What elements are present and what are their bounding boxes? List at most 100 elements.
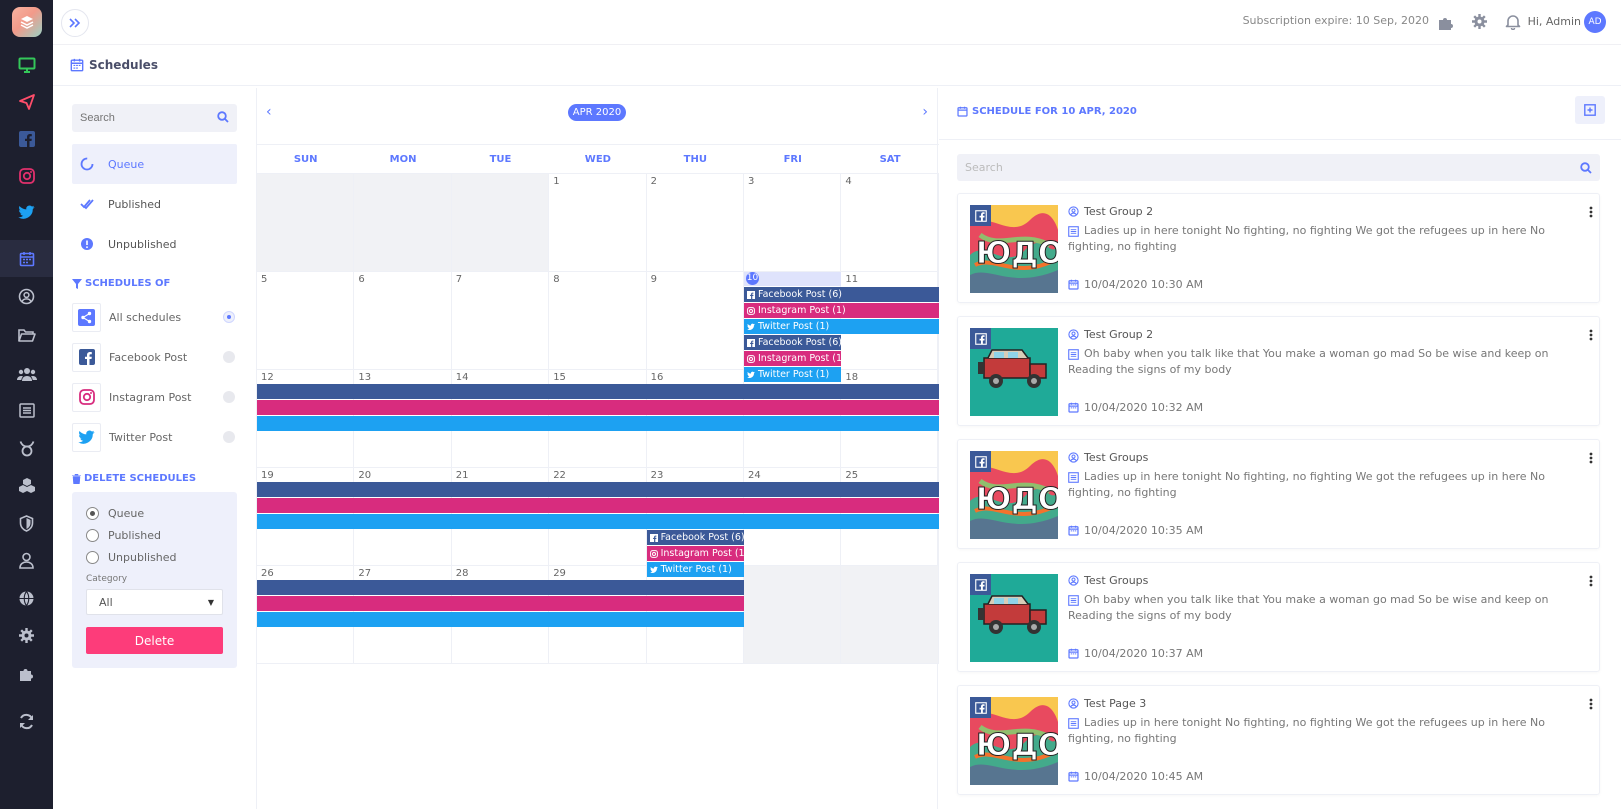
dashboard-icon[interactable] [0,46,53,83]
filter-unpublished[interactable]: Unpublished [72,224,237,264]
calendar-day[interactable]: 4 [841,174,939,272]
day-number: 21 [455,470,469,481]
facebook-event[interactable] [257,482,939,497]
folder-open-icon[interactable] [0,317,53,354]
gear-icon[interactable] [0,617,53,654]
twitter-event[interactable] [257,416,939,431]
calendar-day [744,566,842,664]
calendar-day[interactable]: 5 [257,272,355,370]
delete-option-queue[interactable]: Queue [86,502,223,524]
radio-button[interactable] [86,550,99,564]
next-month-button[interactable]: › [922,104,928,120]
users-icon[interactable] [0,355,53,392]
facebook-event[interactable]: Facebook Post (6) [646,530,744,545]
calendar-day[interactable]: 7 [451,272,550,370]
prev-month-button[interactable]: ‹ [266,104,272,120]
schedule-search-input[interactable] [72,104,237,132]
post-card[interactable]: ЮДО Test Groups Ladies up in here tonight … [957,439,1600,549]
twitter-event[interactable] [257,514,939,529]
instagram-event[interactable]: Instagram Post (1) [744,303,939,318]
expand-sidebar-button[interactable] [61,9,89,37]
delete-option-published[interactable]: Published [86,524,223,546]
facebook-event[interactable]: Facebook Post (6) [744,335,842,350]
cubes-icon[interactable] [0,467,53,504]
delete-button[interactable]: Delete [86,627,223,654]
bell-icon[interactable] [1505,13,1521,30]
radio-button[interactable] [86,528,99,542]
facebook-event[interactable]: Facebook Post (6) [744,287,939,302]
calendar-day[interactable]: 9 [646,272,744,370]
post-search-input[interactable]: Search [957,154,1600,181]
day-number: 23 [650,470,664,481]
calendar-day[interactable]: 2 [646,174,744,272]
app-logo[interactable] [12,7,42,37]
schedule-type-instagram[interactable]: Instagram Post [72,377,237,417]
more-options-icon[interactable] [1589,206,1593,218]
schedules-of-heading: SCHEDULES OF [72,278,237,289]
schedule-type-twitter[interactable]: Twitter Post [72,417,237,457]
schedule-type-label: Twitter Post [109,430,173,444]
user-circle-icon[interactable] [0,278,53,315]
filter-published[interactable]: Published [72,184,237,224]
plugins-icon[interactable] [1437,13,1455,31]
twitter-icon [72,422,101,452]
refresh-icon[interactable] [0,703,53,740]
instagram-event[interactable] [257,400,939,415]
globe-icon[interactable] [0,580,53,617]
search-icon[interactable] [217,111,229,123]
calendar-icon[interactable] [0,240,53,277]
filter-queue[interactable]: Queue [72,144,237,184]
month-label[interactable]: APR 2020 [568,104,626,121]
user-icon[interactable] [0,542,53,579]
schedule-type-all[interactable]: All schedules [72,297,237,337]
calendar-day [257,174,355,272]
more-options-icon[interactable] [1589,575,1593,587]
instagram-event[interactable]: Instagram Post (1) [744,351,842,366]
day-number: 5 [261,274,268,285]
twitter-event[interactable]: Twitter Post (1) [744,319,939,334]
list-icon[interactable] [0,392,53,429]
avatar[interactable]: AD [1584,11,1606,33]
calendar-day[interactable]: 1 [549,174,647,272]
expand-icon [1584,104,1596,116]
calendar-day[interactable]: 8 [549,272,647,370]
facebook-icon[interactable] [0,120,53,157]
day-number: 9 [650,274,657,285]
puzzle-icon[interactable] [0,655,53,692]
settings-icon[interactable] [1471,13,1488,30]
post-card[interactable]: ЮДО Test Group 2 Ladies up in here tonight… [957,193,1600,303]
schedule-type-facebook[interactable]: Facebook Post [72,337,237,377]
instagram-event[interactable] [257,596,744,611]
instagram-event[interactable] [257,498,939,513]
facebook-event[interactable] [257,580,744,595]
day-number: 14 [455,372,469,383]
more-options-icon[interactable] [1589,329,1593,341]
post-card[interactable]: Test Groups Oh baby when you talk like th… [957,562,1600,672]
facebook-event[interactable] [257,384,939,399]
more-options-icon[interactable] [1589,452,1593,464]
shield-icon[interactable] [0,505,53,542]
instagram-icon[interactable] [0,157,53,194]
instagram-event[interactable]: Instagram Post (1) [646,546,744,561]
schedule-type-radio[interactable] [223,431,235,443]
schedule-type-radio[interactable] [223,351,235,363]
twitter-event[interactable]: Twitter Post (1) [744,367,842,382]
user-circle-icon [1068,206,1079,217]
schedule-type-radio[interactable] [223,391,235,403]
twitter-event[interactable] [257,612,744,627]
schedule-type-radio[interactable] [223,311,235,323]
radio-button[interactable] [86,506,99,520]
post-time: 10/04/2020 10:45 AM [1068,770,1203,783]
post-card[interactable]: Test Group 2 Oh baby when you talk like t… [957,316,1600,426]
category-select[interactable]: All ▼ [86,589,223,615]
twitter-event[interactable]: Twitter Post (1) [646,562,744,577]
expand-panel-button[interactable] [1575,96,1605,124]
delete-option-unpublished[interactable]: Unpublished [86,546,223,568]
send-icon[interactable] [0,83,53,120]
taurus-icon[interactable] [0,430,53,467]
twitter-icon[interactable] [0,194,53,231]
calendar-day[interactable]: 6 [354,272,452,370]
calendar-day[interactable]: 3 [744,174,842,272]
post-card[interactable]: ЮДО Test Page 3 Ladies up in here tonight … [957,685,1600,795]
more-options-icon[interactable] [1589,698,1593,710]
